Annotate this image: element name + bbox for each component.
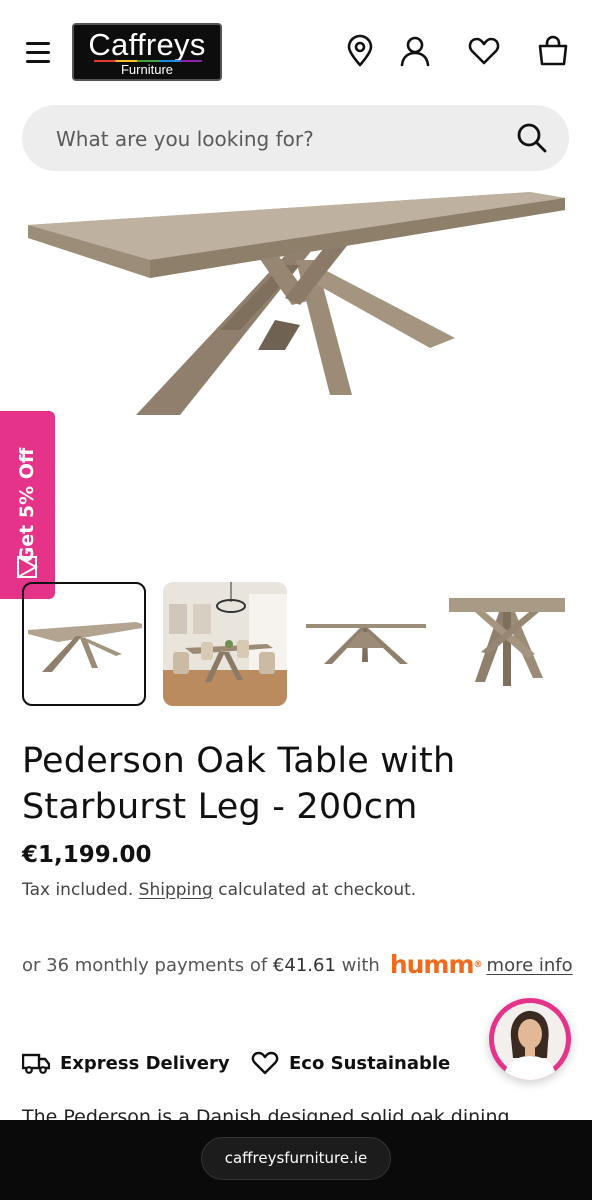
search-bar[interactable]: [22, 105, 569, 171]
browser-url-pill[interactable]: caffreysfurniture.ie: [201, 1137, 391, 1180]
search-input[interactable]: [54, 123, 498, 155]
tax-suffix-text: calculated at checkout.: [212, 880, 417, 900]
thumbnail-image: [28, 622, 142, 672]
site-header: Caffreys Furniture: [0, 0, 592, 100]
assistant-portrait-icon: [494, 1003, 566, 1080]
account-icon[interactable]: [398, 34, 432, 68]
thumbnail-image: [449, 598, 565, 686]
chat-assistant-avatar[interactable]: [489, 998, 571, 1080]
finance-info: or 36 monthly payments of €41.61 with hum…: [22, 951, 582, 980]
humm-logo: humm®: [389, 950, 483, 979]
thumbnail-1[interactable]: [22, 582, 146, 706]
get-discount-tab[interactable]: Get 5% Off: [0, 411, 55, 599]
express-delivery-feature: Express Delivery: [22, 1046, 230, 1080]
product-title: Pederson Oak Table with Starburst Leg - …: [22, 741, 456, 827]
product-price: €1,199.00: [22, 842, 152, 868]
express-delivery-label: Express Delivery: [60, 1052, 230, 1074]
menu-icon[interactable]: [22, 38, 54, 66]
shipping-link[interactable]: Shipping: [139, 880, 213, 900]
tax-text: Tax included.: [22, 880, 139, 900]
tax-note: Tax included. Shipping calculated at che…: [22, 880, 416, 900]
envelope-icon: [17, 556, 38, 578]
discount-tab-label: Get 5% Off: [16, 447, 38, 563]
logo-text: Caffreys: [88, 27, 206, 62]
caffreys-logo[interactable]: Caffreys Furniture: [72, 23, 222, 81]
more-info-link[interactable]: more info: [487, 955, 573, 976]
eco-sustainable-label: Eco Sustainable: [289, 1052, 451, 1074]
logo-subtext: Furniture: [120, 62, 174, 77]
thumbnail-3[interactable]: [304, 582, 428, 706]
finance-amount: €41.61: [272, 955, 336, 976]
cart-bag-icon[interactable]: [536, 34, 570, 68]
wishlist-heart-icon[interactable]: [467, 34, 501, 68]
location-pin-icon[interactable]: [343, 34, 377, 68]
truck-icon: [22, 1053, 50, 1074]
finance-text: or 36 monthly payments of: [22, 955, 273, 976]
search-icon[interactable]: [515, 121, 549, 155]
product-main-image[interactable]: [0, 180, 592, 570]
heart-outline-icon: [251, 1051, 279, 1075]
thumbnail-image: [306, 624, 426, 664]
thumbnail-image: [163, 582, 287, 706]
finance-with-text: with: [335, 955, 380, 976]
eco-sustainable-feature: Eco Sustainable: [251, 1046, 450, 1080]
thumbnail-2[interactable]: [163, 582, 287, 706]
thumbnail-4[interactable]: [445, 582, 569, 706]
